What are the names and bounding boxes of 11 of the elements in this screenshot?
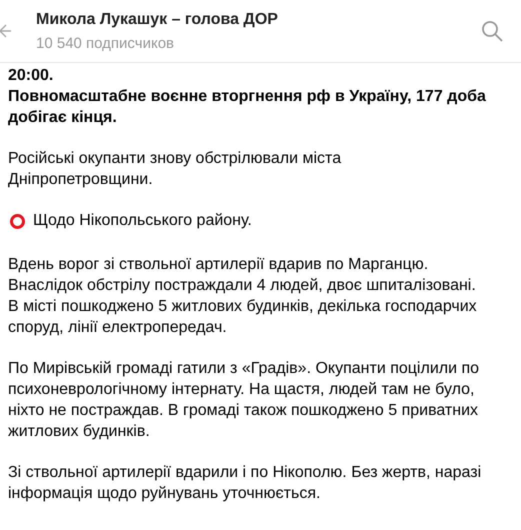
message-paragraph: Зі ствольної артилерії вдарили і по Нікополю. Без жертв, наразі інформація щодо руйнувань уточнюється. (8, 463, 482, 504)
message-paragraph: Вдень ворог зі ствольної артилерії вдарив по Марганцю. Внаслідок обстрілу постраждали 4 людей, двоє шпиталізовані. В місті пошкоджено 5 житлових будинків, декілька господарчих споруд, лінії електропередач. (8, 255, 478, 338)
search-icon[interactable] (481, 20, 503, 42)
message-paragraph: Щодо Нікопольського району. (33, 211, 252, 231)
message-paragraph: 20:00. Повномасштабне воєнне вторгнення рф в Україну, 177 доба добігає кінця. (8, 66, 487, 128)
channel-title: Микола Лукашук – голова ДОР (36, 10, 279, 28)
back-arrow-icon[interactable] (0, 23, 12, 39)
subscriber-count: 10 540 подписчиков (36, 34, 176, 52)
ring-icon (10, 214, 25, 228)
message-paragraph: Російські окупанти знову обстрілювали міста Дніпропетровщини. (8, 149, 342, 190)
message-paragraph: По Мирівській громаді гатили з «Градів». Окупанти поцілили по психоневрологічному інтернату. На щастя, людей там не було, ніхто не постраждав. В громаді також пошкоджено 5 приватних житлових будинків. (8, 359, 480, 442)
